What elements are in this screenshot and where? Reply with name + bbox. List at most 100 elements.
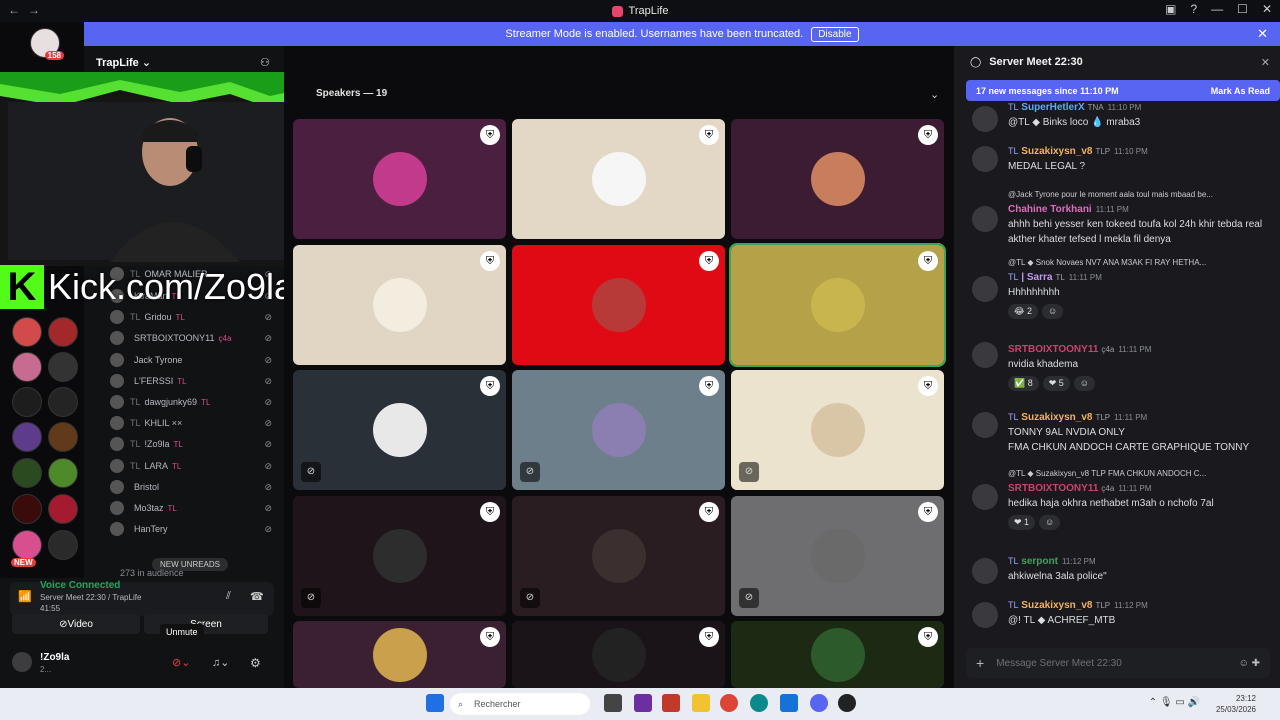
voice-user-item[interactable]: TL KHLIL ×× ⊘	[110, 413, 280, 433]
emoji-icon[interactable]: ☺ ✚	[1239, 658, 1260, 669]
voice-user-item[interactable]: TL !Zo9la TL ⊘	[110, 434, 280, 454]
avatar[interactable]	[12, 652, 32, 672]
voice-user-item[interactable]: TL LARA TL ⊘	[110, 456, 280, 476]
speaker-tile[interactable]: ⛨	[731, 119, 944, 239]
voice-user-item[interactable]: Jack Tyrone ⊘	[110, 350, 280, 370]
discord-icon[interactable]	[810, 694, 828, 712]
guild-icon[interactable]	[48, 352, 78, 382]
speaker-tile[interactable]: ⛨ ⊘	[731, 370, 944, 490]
chrome-icon[interactable]	[720, 694, 738, 712]
inbox-icon[interactable]: ▣	[1165, 2, 1176, 16]
reaction[interactable]: ❤ 5	[1042, 376, 1070, 391]
guild-icon[interactable]	[48, 317, 78, 347]
speaker-tile[interactable]: ⛨ ⊘	[512, 496, 725, 616]
author-name[interactable]: Chahine Torkhani	[1008, 204, 1092, 215]
close-icon[interactable]: ✕	[1262, 2, 1272, 16]
avatar[interactable]	[972, 342, 998, 368]
close-chat-icon[interactable]: ✕	[1261, 56, 1270, 69]
avatar[interactable]	[972, 602, 998, 628]
author-name[interactable]: SuperHetlerX	[1021, 102, 1084, 113]
guild-icon[interactable]: NEW	[11, 530, 42, 567]
voice-user-item[interactable]: Bristol ⊘	[110, 477, 280, 497]
app-icon[interactable]	[634, 694, 652, 712]
guild-icon[interactable]	[12, 494, 42, 524]
voice-user-item[interactable]: HanTery ⊘	[110, 519, 280, 539]
author-name[interactable]: SRTBOIXTOONY11	[1008, 483, 1098, 494]
guild-icon[interactable]	[48, 387, 78, 417]
invite-icon[interactable]: ⚇	[260, 56, 270, 69]
collapse-chevron-icon[interactable]: ⌄	[930, 88, 939, 101]
speaker-tile[interactable]: ⛨ ⊘	[293, 496, 506, 616]
reply-preview[interactable]: @Jack Tyrone pour le moment aala toul ma…	[1008, 190, 1274, 199]
app-icon[interactable]	[780, 694, 798, 712]
mic-muted-icon[interactable]: ⊘⌄	[172, 656, 190, 669]
guild-icon[interactable]	[12, 458, 42, 488]
banner-close-icon[interactable]: ✕	[1257, 26, 1268, 42]
video-button[interactable]: ⊘ Video	[12, 614, 140, 634]
help-icon[interactable]: ?	[1190, 2, 1197, 16]
voice-user-item[interactable]: L'FERSSI TL ⊘	[110, 371, 280, 391]
window-controls[interactable]: ▣? — ☐ ✕	[1165, 2, 1272, 16]
noise-suppression-icon[interactable]: ⫽	[226, 590, 231, 603]
speaker-tile[interactable]: ⛨ ⊘	[512, 370, 725, 490]
disconnect-icon[interactable]: ☎	[250, 590, 264, 603]
add-reaction-icon[interactable]: ☺	[1042, 304, 1064, 319]
speaker-tile[interactable]: ⛨	[293, 245, 506, 365]
speaker-tile[interactable]: ⛨	[512, 621, 725, 688]
mark-as-read-button[interactable]: Mark As Read	[1211, 86, 1270, 96]
speaker-tile[interactable]: ⛨ ⊘	[293, 370, 506, 490]
voice-channel[interactable]: Server Meet 22:30 / TrapLife	[40, 593, 141, 602]
guild-icon[interactable]	[48, 422, 78, 452]
author-name[interactable]: Suzakixysn_v8	[1021, 412, 1092, 423]
voice-user-item[interactable]: SRTBOIXTOONY11 ç4a ⊘	[110, 328, 280, 348]
speaker-tile[interactable]: ⛨	[512, 119, 725, 239]
settings-gear-icon[interactable]: ⚙	[250, 656, 261, 670]
start-icon[interactable]	[426, 694, 444, 712]
edge-icon[interactable]	[750, 694, 768, 712]
add-reaction-icon[interactable]: ☺	[1073, 376, 1095, 391]
avatar[interactable]	[972, 146, 998, 172]
voice-user-item[interactable]: TL dawgjunky69 TL ⊘	[110, 392, 280, 412]
app-icon[interactable]	[662, 694, 680, 712]
guild-icon[interactable]	[48, 494, 78, 524]
speaker-tile[interactable]: ⛨	[731, 621, 944, 688]
reply-preview[interactable]: @TL ◆ Suzakixysn_v8 TLP FMA CHKUN ANDOCH…	[1008, 469, 1274, 478]
tray-icons[interactable]: ⌃ 🎙 ▭ 🔊	[1149, 697, 1200, 708]
new-messages-bar[interactable]: 17 new messages since 11:10 PM Mark As R…	[966, 80, 1280, 101]
speaker-tile[interactable]: ⛨	[293, 119, 506, 239]
guild-icon[interactable]	[48, 458, 78, 488]
message-composer[interactable]: + Message Server Meet 22:30 ☺ ✚	[966, 648, 1270, 678]
guild-icon[interactable]	[12, 317, 42, 347]
clock[interactable]: 23:12 25/03/2026	[1216, 693, 1256, 715]
guild-icon[interactable]	[12, 422, 42, 452]
reaction[interactable]: ❤ 1	[1008, 515, 1036, 530]
taskview-icon[interactable]	[604, 694, 622, 712]
maximize-icon[interactable]: ☐	[1237, 2, 1248, 16]
author-name[interactable]: Suzakixysn_v8	[1021, 146, 1092, 157]
avatar[interactable]	[972, 558, 998, 584]
avatar[interactable]	[972, 206, 998, 232]
headphones-icon[interactable]: ♫⌄	[212, 656, 229, 669]
reaction[interactable]: 😂 2	[1008, 304, 1039, 319]
app-icon[interactable]	[838, 694, 856, 712]
author-name[interactable]: Suzakixysn_v8	[1021, 600, 1092, 611]
nav-arrows[interactable]: ←→	[8, 3, 48, 17]
author-name[interactable]: | Sarra	[1021, 272, 1052, 283]
speaker-tile[interactable]: ⛨	[729, 243, 946, 367]
avatar[interactable]	[972, 484, 998, 510]
guild-icon[interactable]	[12, 387, 42, 417]
guild-icon[interactable]	[48, 530, 78, 560]
add-reaction-icon[interactable]: ☺	[1039, 515, 1061, 530]
speaker-tile[interactable]: ⛨	[512, 245, 725, 365]
file-explorer-icon[interactable]	[692, 694, 710, 712]
guild-icon[interactable]	[12, 352, 42, 382]
author-name[interactable]: SRTBOIXTOONY11	[1008, 344, 1098, 355]
server-name[interactable]: TrapLife ⌄	[96, 56, 151, 69]
avatar[interactable]	[972, 106, 998, 132]
home-button[interactable]: 158	[30, 28, 64, 60]
avatar[interactable]	[972, 412, 998, 438]
add-attachment-icon[interactable]: +	[976, 655, 984, 671]
speaker-tile[interactable]: ⛨	[293, 621, 506, 688]
avatar[interactable]	[972, 276, 998, 302]
reaction[interactable]: ✅ 8	[1008, 376, 1039, 391]
